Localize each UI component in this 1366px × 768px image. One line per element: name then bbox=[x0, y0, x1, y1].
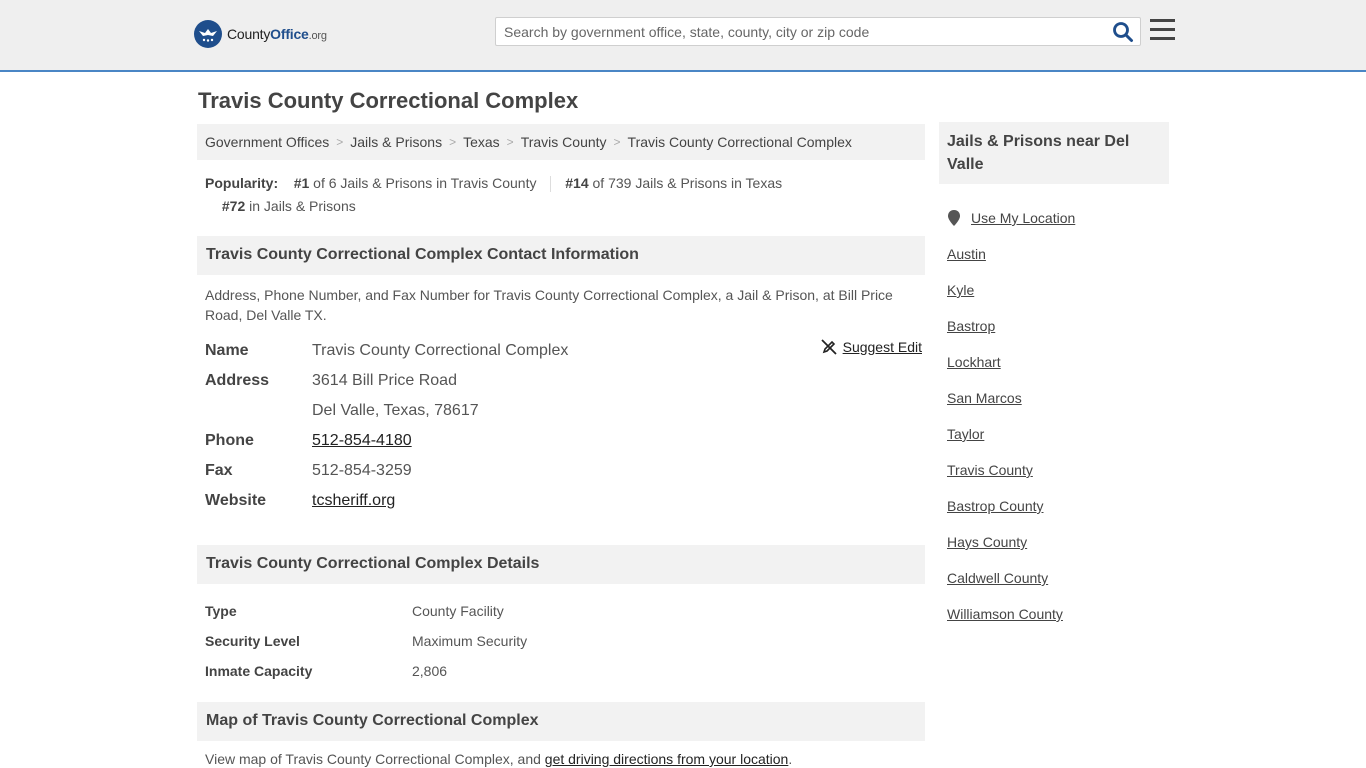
details-table: Type County Facility Security Level Maximu… bbox=[205, 596, 925, 686]
nearby-link-kyle[interactable]: Kyle bbox=[947, 282, 974, 298]
popularity: Popularity: #1 of 6 Jails & Prisons in T… bbox=[205, 172, 925, 218]
nearby-link-austin[interactable]: Austin bbox=[947, 246, 986, 262]
site-logo[interactable]: CountyOffice.org bbox=[194, 20, 327, 48]
chevron-right-icon: > bbox=[506, 135, 514, 149]
logo-text: CountyOffice.org bbox=[227, 26, 327, 42]
popularity-rank: #72 bbox=[221, 198, 246, 214]
contact-row-name: Name Travis County Correctional Complex bbox=[205, 342, 569, 359]
sidebar-heading: Jails & Prisons near Del Valle bbox=[939, 122, 1169, 184]
nearby-link-bastrop[interactable]: Bastrop bbox=[947, 318, 995, 334]
breadcrumb-item-jails-prisons[interactable]: Jails & Prisons bbox=[350, 134, 442, 150]
breadcrumb-item-texas[interactable]: Texas bbox=[463, 134, 500, 150]
contact-row-phone: Phone 512-854-4180 bbox=[205, 432, 412, 449]
nearby-link-hays-county[interactable]: Hays County bbox=[947, 534, 1027, 550]
details-heading: Travis County Correctional Complex Detai… bbox=[197, 545, 925, 584]
hamburger-menu-icon[interactable] bbox=[1150, 19, 1175, 41]
chevron-right-icon: > bbox=[613, 135, 621, 149]
popularity-text: of 739 Jails & Prisons in Texas bbox=[592, 175, 783, 191]
eagle-logo-icon bbox=[194, 20, 222, 48]
nearby-link-williamson-county[interactable]: Williamson County bbox=[947, 606, 1063, 622]
location-pin-icon bbox=[948, 210, 960, 226]
edit-off-icon bbox=[820, 339, 837, 355]
map-heading: Map of Travis County Correctional Comple… bbox=[197, 702, 925, 741]
divider bbox=[550, 176, 552, 193]
nearby-link-san-marcos[interactable]: San Marcos bbox=[947, 390, 1022, 406]
contact-row-address-2: Del Valle, Texas, 78617 bbox=[312, 402, 479, 419]
contact-row-website: Website tcsheriff.org bbox=[205, 492, 396, 509]
page-title: Travis County Correctional Complex bbox=[198, 88, 579, 113]
breadcrumb-current: Travis County Correctional Complex bbox=[627, 134, 852, 150]
map-description: View map of Travis County Correctional C… bbox=[205, 751, 793, 767]
breadcrumb-item-travis-county[interactable]: Travis County bbox=[521, 134, 607, 150]
website-link[interactable]: tcsheriff.org bbox=[312, 492, 395, 509]
chevron-right-icon: > bbox=[449, 135, 457, 149]
popularity-rank: #14 bbox=[565, 175, 589, 191]
breadcrumb-item-government-offices[interactable]: Government Offices bbox=[205, 134, 329, 150]
details-row: Type County Facility bbox=[205, 603, 504, 619]
search-icon[interactable] bbox=[1112, 21, 1134, 43]
breadcrumb: Government Offices > Jails & Prisons > T… bbox=[197, 124, 925, 160]
contact-description: Address, Phone Number, and Fax Number fo… bbox=[205, 287, 893, 323]
popularity-label: Popularity: bbox=[205, 175, 279, 191]
suggest-edit-link[interactable]: Suggest Edit bbox=[820, 339, 922, 355]
nearby-link-taylor[interactable]: Taylor bbox=[947, 426, 984, 442]
driving-directions-link[interactable]: get driving directions from your locatio… bbox=[545, 751, 789, 767]
nearby-link-lockhart[interactable]: Lockhart bbox=[947, 354, 1001, 370]
contact-table: Suggest Edit Name Travis County Correctio… bbox=[205, 336, 925, 516]
use-my-location-link[interactable]: Use My Location bbox=[971, 210, 1075, 226]
nearby-list: Use My Location Austin Kyle Bastrop Lock… bbox=[947, 200, 1167, 632]
contact-row-address: Address 3614 Bill Price Road bbox=[205, 372, 457, 389]
chevron-right-icon: > bbox=[336, 135, 344, 149]
search-bar bbox=[495, 17, 1141, 46]
nearby-link-caldwell-county[interactable]: Caldwell County bbox=[947, 570, 1048, 586]
popularity-rank: #1 bbox=[293, 175, 310, 191]
search-input[interactable] bbox=[496, 18, 1106, 45]
nearby-link-bastrop-county[interactable]: Bastrop County bbox=[947, 498, 1044, 514]
popularity-text: of 6 Jails & Prisons in Travis County bbox=[313, 175, 537, 191]
details-row: Inmate Capacity 2,806 bbox=[205, 663, 448, 679]
phone-link[interactable]: 512-854-4180 bbox=[312, 432, 412, 449]
contact-heading: Travis County Correctional Complex Conta… bbox=[197, 236, 925, 275]
contact-row-fax: Fax 512-854-3259 bbox=[205, 462, 412, 479]
popularity-text: in Jails & Prisons bbox=[249, 198, 356, 214]
site-header: CountyOffice.org bbox=[0, 0, 1366, 72]
nearby-link-travis-county[interactable]: Travis County bbox=[947, 462, 1033, 478]
details-row: Security Level Maximum Security bbox=[205, 633, 528, 649]
